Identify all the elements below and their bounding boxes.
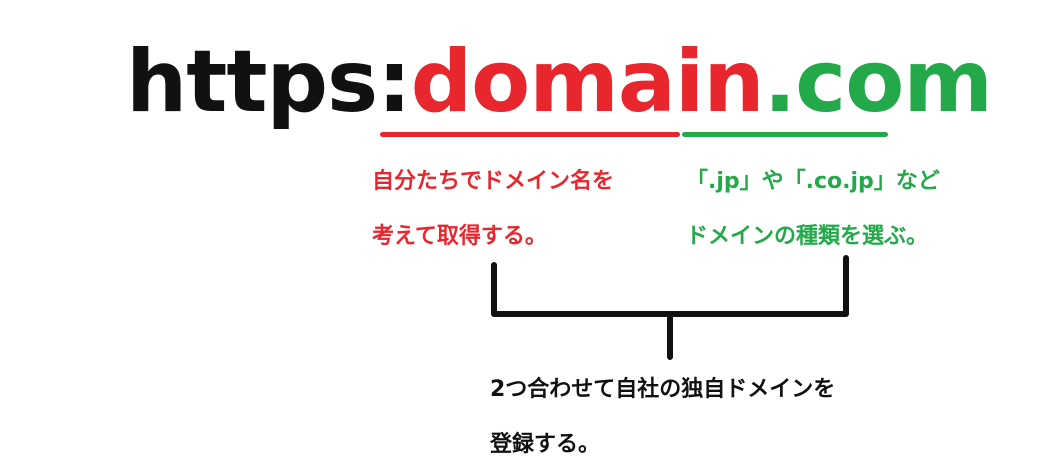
combined-note-line2: 登録する。	[490, 432, 601, 457]
combined-note: 2つ合わせて自社の独自ドメインを 登録する。	[490, 362, 835, 472]
combined-note-line1: 2つ合わせて自社の独自ドメインを	[490, 377, 836, 402]
bracket-connector	[491, 255, 849, 360]
